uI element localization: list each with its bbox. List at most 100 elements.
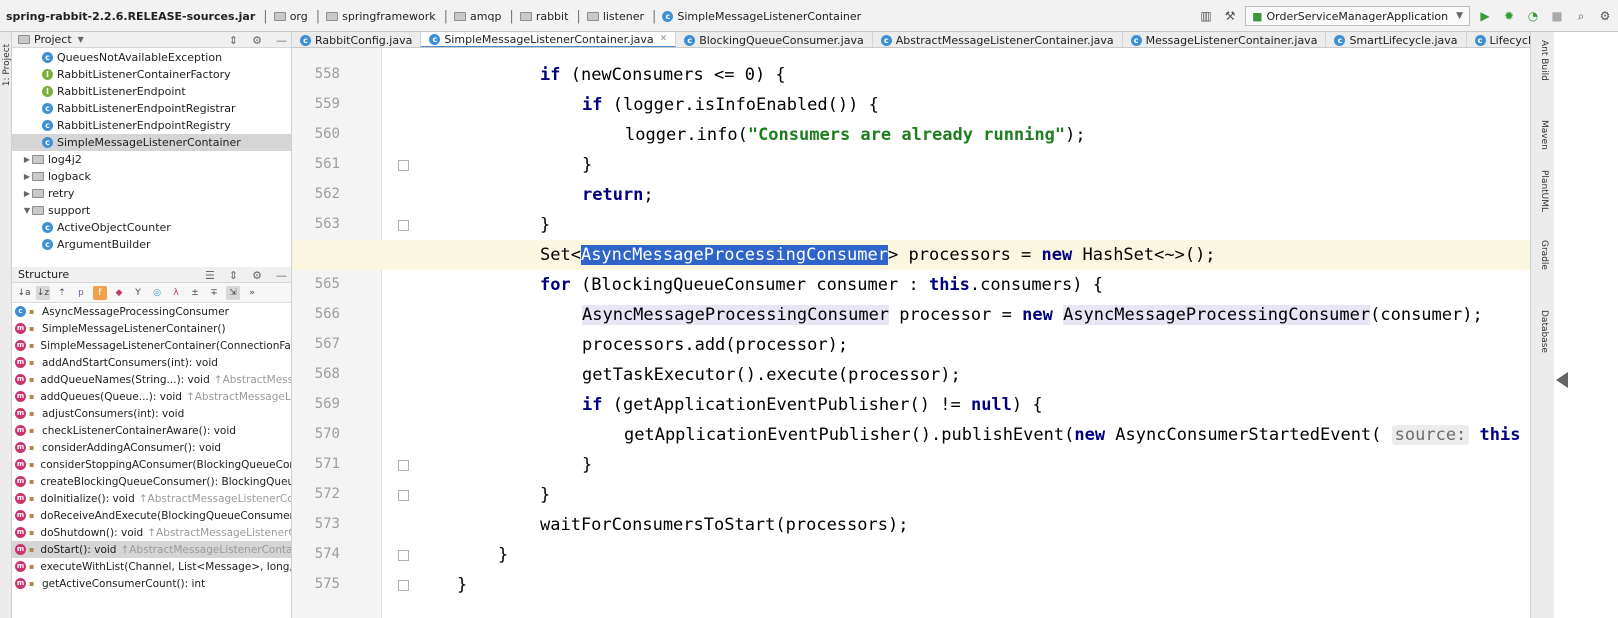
structure-item[interactable]: m ▪ doReceiveAndExecute(BlockingQueueConsu… bbox=[12, 507, 291, 524]
tree-item[interactable]: I RabbitListenerContainerFactory bbox=[12, 66, 291, 83]
show-fields-icon[interactable]: f bbox=[93, 285, 107, 300]
code-line-563: } bbox=[540, 215, 551, 235]
tree-item[interactable]: c RabbitListenerEndpointRegistrar bbox=[12, 100, 291, 117]
class-icon: c bbox=[42, 222, 53, 233]
structure-item[interactable]: m ▪ adjustConsumers(int): void bbox=[12, 405, 291, 422]
tree-item[interactable]: I RabbitListenerEndpoint bbox=[12, 83, 291, 100]
tree-item-label: log4j2 bbox=[48, 153, 82, 166]
run-configuration-select[interactable]: ■ OrderServiceManagerApplication ▼ bbox=[1245, 6, 1470, 26]
structure-item[interactable]: m ▪ doShutdown(): void ↑AbstractMessageList… bbox=[12, 524, 291, 541]
close-icon[interactable]: ✕ bbox=[660, 34, 668, 44]
structure-item[interactable]: m ▪ SimpleMessageListenerContainer(Connect… bbox=[12, 337, 291, 354]
autoscroll-icon[interactable]: ⇲ bbox=[226, 285, 240, 300]
editor-tab[interactable]: c MessageListenerContainer.java bbox=[1123, 32, 1327, 47]
hammer-build-icon[interactable]: ⚒ bbox=[1221, 7, 1239, 25]
coverage-icon[interactable]: ◔ bbox=[1524, 7, 1542, 25]
code-editor[interactable]: 5585595605615625635645655665675685695705… bbox=[292, 48, 1530, 618]
tree-item[interactable]: c RabbitListenerEndpointRegistry bbox=[12, 117, 291, 134]
right-tool-button[interactable]: PlantUML bbox=[1539, 170, 1549, 212]
code-line-573: waitForConsumersToStart(processors); bbox=[540, 515, 909, 535]
visibility-icon: ▪ bbox=[29, 561, 35, 571]
hide-icon[interactable]: — bbox=[276, 34, 287, 47]
editor-tab[interactable]: c SimpleMessageListenerContainer.java ✕ bbox=[421, 32, 677, 47]
stop-icon[interactable]: ■ bbox=[1548, 7, 1566, 25]
structure-item[interactable]: m ▪ considerAddingAConsumer(): void bbox=[12, 439, 291, 456]
run-icon[interactable]: ▶ bbox=[1476, 7, 1494, 25]
structure-item[interactable]: m ▪ executeWithList(Channel, List<Message>… bbox=[12, 558, 291, 575]
breadcrumb-amqp[interactable]: | amqp bbox=[438, 9, 502, 24]
more-icon[interactable]: » bbox=[245, 286, 259, 300]
breadcrumb-org[interactable]: | org bbox=[257, 9, 307, 24]
editor-scrollbar-area[interactable] bbox=[1554, 32, 1618, 618]
right-tool-button[interactable]: Gradle bbox=[1539, 240, 1549, 270]
tree-item[interactable]: c ActiveObjectCounter bbox=[12, 219, 291, 236]
show-anonymous-icon[interactable]: ◎ bbox=[150, 286, 164, 300]
chevron-right-icon[interactable]: ▶ bbox=[22, 172, 32, 181]
visibility-icon: ▪ bbox=[29, 459, 35, 469]
breadcrumb-jar[interactable]: spring-rabbit-2.2.6.RELEASE-sources.jar bbox=[6, 10, 255, 23]
project-view-select[interactable]: Project ▼ bbox=[18, 33, 84, 46]
visibility-icon: ▪ bbox=[29, 544, 35, 554]
expand-icon[interactable]: ± bbox=[188, 286, 202, 300]
right-tool-button[interactable]: Database bbox=[1539, 310, 1549, 353]
structure-item[interactable]: m ▪ addQueues(Queue...): void ↑AbstractMess… bbox=[12, 388, 291, 405]
tree-item[interactable]: ▶ log4j2 bbox=[12, 151, 291, 168]
editor-tab[interactable]: cLifecycle.java bbox=[1467, 32, 1530, 47]
show-nonpublic-icon[interactable]: ◆ bbox=[112, 286, 126, 300]
search-icon[interactable]: ⌕ bbox=[1572, 7, 1590, 25]
tree-item[interactable]: ▶ retry bbox=[12, 185, 291, 202]
project-tool-button[interactable]: 1: Project bbox=[2, 44, 12, 86]
show-properties-icon[interactable]: p bbox=[74, 286, 88, 300]
editor-tab[interactable]: c RabbitConfig.java bbox=[292, 32, 422, 47]
structure-item[interactable]: m ▪ getActiveConsumerCount(): int bbox=[12, 575, 291, 592]
method-icon: m bbox=[15, 323, 26, 334]
structure-item[interactable]: m ▪ addAndStartConsumers(int): void bbox=[12, 354, 291, 371]
structure-item[interactable]: m ▪ doStart(): void ↑AbstractMessageListene… bbox=[12, 541, 291, 558]
right-tool-button[interactable]: Ant Build bbox=[1539, 40, 1549, 81]
collapse-icon[interactable]: ∓ bbox=[207, 286, 221, 300]
hide-icon[interactable]: — bbox=[276, 269, 287, 282]
structure-item[interactable]: m ▪ checkListenerContainerAware(): void bbox=[12, 422, 291, 439]
breadcrumb-listener[interactable]: | listener bbox=[570, 9, 644, 24]
folder-icon bbox=[326, 11, 339, 21]
chevron-down-icon[interactable]: ▼ bbox=[22, 206, 32, 215]
chevron-right-icon[interactable]: ▶ bbox=[22, 189, 32, 198]
editor-tab[interactable]: c SmartLifecycle.java bbox=[1326, 32, 1467, 47]
gear-icon[interactable]: ⚙ bbox=[252, 269, 262, 282]
collapse-all-icon[interactable]: ⇕ bbox=[229, 34, 238, 47]
visibility-icon: ▪ bbox=[29, 425, 35, 435]
tree-item[interactable]: c QueuesNotAvailableException bbox=[12, 49, 291, 66]
tree-item-label: RabbitListenerEndpointRegistry bbox=[57, 119, 231, 132]
editor-tab[interactable]: c AbstractMessageListenerContainer.java bbox=[873, 32, 1123, 47]
code-line-560: logger.info("Consumers are already runni… bbox=[625, 125, 1086, 145]
chevron-right-icon[interactable]: ▶ bbox=[22, 155, 32, 164]
sort-by-type-icon[interactable]: ↓a bbox=[17, 286, 31, 300]
structure-item[interactable]: m ▪ doInitialize(): void ↑AbstractMessageLi… bbox=[12, 490, 291, 507]
debug-icon[interactable]: ✹ bbox=[1500, 7, 1518, 25]
tree-item[interactable]: c SimpleMessageListenerContainer bbox=[12, 134, 291, 151]
breadcrumb-springframework[interactable]: | springframework bbox=[310, 9, 436, 24]
show-lambdas-icon[interactable]: λ bbox=[169, 286, 183, 300]
structure-item[interactable]: m ▪ createBlockingQueueConsumer(): Blockin… bbox=[12, 473, 291, 490]
breadcrumb-rabbit[interactable]: | rabbit bbox=[503, 9, 568, 24]
arrow-left-icon[interactable] bbox=[1556, 372, 1568, 388]
right-tool-button[interactable]: Maven bbox=[1539, 120, 1549, 150]
expand-all-icon[interactable]: ☰ bbox=[205, 269, 215, 282]
sort-alpha-icon[interactable]: ↓z bbox=[36, 285, 50, 300]
filter-icon[interactable]: Y bbox=[131, 286, 145, 300]
layout-icon[interactable]: ▥ bbox=[1197, 7, 1215, 25]
show-inherited-icon[interactable]: ⇡ bbox=[55, 286, 69, 300]
settings-icon[interactable]: ⚙ bbox=[1596, 7, 1614, 25]
tree-item[interactable]: ▼ support bbox=[12, 202, 291, 219]
gear-icon[interactable]: ⚙ bbox=[252, 34, 262, 47]
structure-item[interactable]: c ▪ AsyncMessageProcessingConsumer bbox=[12, 303, 291, 320]
editor-tab[interactable]: c BlockingQueueConsumer.java bbox=[676, 32, 873, 47]
tree-item[interactable]: ▶ logback bbox=[12, 168, 291, 185]
structure-item[interactable]: m ▪ considerStoppingAConsumer(BlockingQueu… bbox=[12, 456, 291, 473]
tree-item[interactable]: c ArgumentBuilder bbox=[12, 236, 291, 253]
collapse-all-icon[interactable]: ⇕ bbox=[229, 269, 238, 282]
breadcrumb-class[interactable]: | c SimpleMessageListenerContainer bbox=[646, 9, 861, 24]
tree-item-label: RabbitListenerContainerFactory bbox=[57, 68, 231, 81]
structure-item[interactable]: m ▪ SimpleMessageListenerContainer() bbox=[12, 320, 291, 337]
structure-item[interactable]: m ▪ addQueueNames(String...): void ↑Abstrac… bbox=[12, 371, 291, 388]
